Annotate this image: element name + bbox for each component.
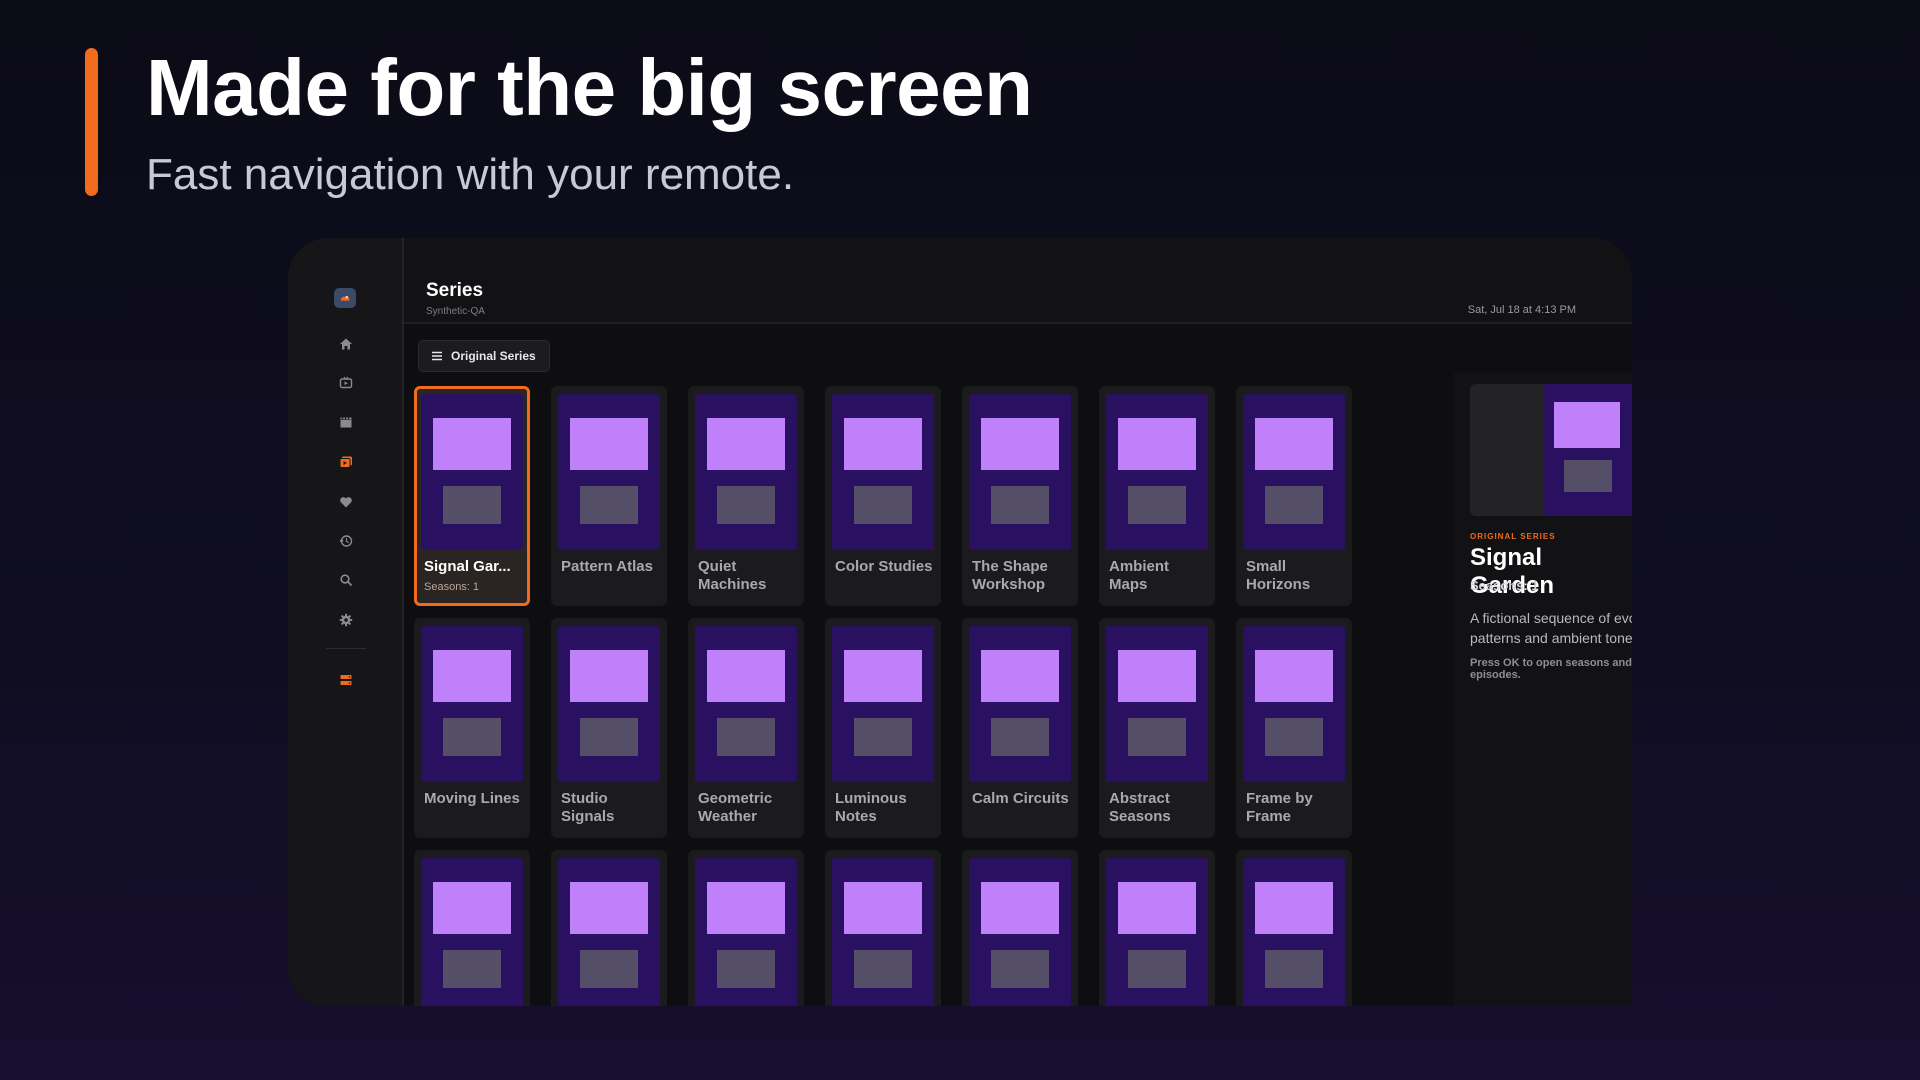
series-card[interactable] <box>1236 850 1352 1006</box>
series-poster <box>1106 626 1208 782</box>
series-card[interactable] <box>825 850 941 1006</box>
series-poster <box>832 394 934 550</box>
series-poster <box>1106 394 1208 550</box>
series-card-meta: Seasons: 1 <box>424 581 480 593</box>
series-card[interactable]: Quiet Machines <box>688 386 804 606</box>
series-card-title: Moving Lines <box>424 790 520 807</box>
series-poster <box>421 626 523 782</box>
series-card[interactable]: Studio Signals <box>551 618 667 838</box>
hero-accent-bar <box>85 48 98 196</box>
server-icon[interactable] <box>328 666 364 694</box>
series-card[interactable]: Luminous Notes <box>825 618 941 838</box>
detail-description: A fictional sequence of evolving pattern… <box>1470 610 1632 646</box>
series-card[interactable]: Calm Circuits <box>962 618 1078 838</box>
series-card-title: Luminous Notes <box>835 790 907 825</box>
series-poster <box>695 858 797 1006</box>
series-card[interactable]: Color Studies <box>825 386 941 606</box>
series-poster <box>421 858 523 1006</box>
series-card-title: Studio Signals <box>561 790 615 825</box>
series-icon[interactable] <box>328 448 364 476</box>
series-card-title: Color Studies <box>835 558 933 575</box>
series-card[interactable]: The Shape Workshop <box>962 386 1078 606</box>
series-card[interactable]: Signal Gar... Seasons: 1 <box>414 386 530 606</box>
detail-seasons: Seasons: 1 <box>1470 578 1539 593</box>
series-poster <box>558 394 660 550</box>
series-card[interactable]: Geometric Weather <box>688 618 804 838</box>
detail-artwork <box>1470 384 1632 516</box>
series-poster <box>558 626 660 782</box>
series-card[interactable] <box>688 850 804 1006</box>
series-card-title: Ambient Maps <box>1109 558 1169 593</box>
live-tv-icon[interactable] <box>328 369 364 397</box>
series-card[interactable]: Pattern Atlas <box>551 386 667 606</box>
series-poster <box>421 394 523 550</box>
series-card[interactable] <box>962 850 1078 1006</box>
series-card[interactable] <box>414 850 530 1006</box>
sidebar <box>288 238 404 1006</box>
hero-subtitle: Fast navigation with your remote. <box>146 150 795 199</box>
series-poster <box>1106 858 1208 1006</box>
sidebar-divider <box>326 648 366 649</box>
series-poster <box>1243 626 1345 782</box>
series-card-title: Frame by Frame <box>1246 790 1313 825</box>
series-poster <box>1243 858 1345 1006</box>
series-poster <box>969 858 1071 1006</box>
app-logo-icon[interactable] <box>334 288 356 308</box>
search-icon[interactable] <box>328 566 364 594</box>
series-poster <box>695 394 797 550</box>
main-content: Series Synthetic-QA Sat, Jul 18 at 4:13 … <box>404 238 1632 1006</box>
series-poster <box>969 394 1071 550</box>
series-poster <box>558 858 660 1006</box>
series-card[interactable]: Moving Lines <box>414 618 530 838</box>
series-grid: Signal Gar... Seasons: 1 Pattern Atlas Quie… <box>404 238 1632 1006</box>
favorites-heart-icon[interactable] <box>328 488 364 516</box>
series-card-title: Small Horizons <box>1246 558 1311 593</box>
series-card-title: The Shape Workshop <box>972 558 1048 593</box>
movies-clapper-icon[interactable] <box>328 408 364 436</box>
series-card[interactable] <box>551 850 667 1006</box>
series-card-title: Calm Circuits <box>972 790 1069 807</box>
series-card[interactable]: Frame by Frame <box>1236 618 1352 838</box>
series-card-title: Geometric Weather <box>698 790 773 825</box>
series-card-title: Signal Gar... <box>424 558 511 575</box>
series-card[interactable]: Abstract Seasons <box>1099 618 1215 838</box>
series-poster <box>1243 394 1345 550</box>
settings-gear-icon[interactable] <box>328 606 364 634</box>
series-poster <box>969 626 1071 782</box>
series-card[interactable] <box>1099 850 1215 1006</box>
series-poster <box>832 858 934 1006</box>
series-card-title: Abstract Seasons <box>1109 790 1171 825</box>
series-poster <box>832 626 934 782</box>
tv-app-frame: Series Synthetic-QA Sat, Jul 18 at 4:13 … <box>288 238 1632 1006</box>
series-card-title: Pattern Atlas <box>561 558 653 575</box>
home-icon[interactable] <box>328 330 364 358</box>
series-poster <box>695 626 797 782</box>
detail-panel: ORIGINAL SERIES Signal Garden Seasons: 1… <box>1454 372 1632 1006</box>
detail-kicker: ORIGINAL SERIES <box>1470 532 1556 541</box>
series-card[interactable]: Small Horizons <box>1236 386 1352 606</box>
series-card-title: Quiet Machines <box>698 558 767 593</box>
history-icon[interactable] <box>328 527 364 555</box>
series-card[interactable]: Ambient Maps <box>1099 386 1215 606</box>
hero-title: Made for the big screen <box>146 43 1033 132</box>
detail-hint: Press OK to open seasons and episodes. <box>1470 657 1632 681</box>
